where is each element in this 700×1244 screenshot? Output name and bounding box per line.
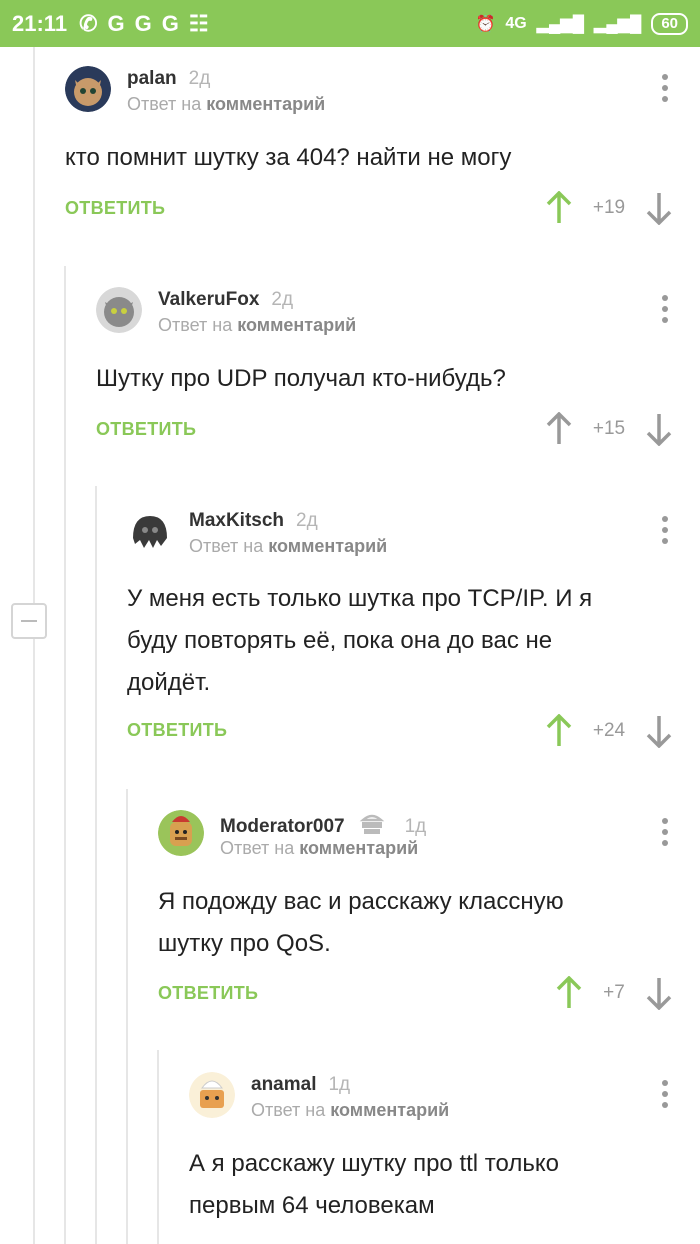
reply-button[interactable]: ОТВЕТИТЬ [158,983,258,1004]
comment: ValkeruFox 2д Ответ на комментарий Шутку … [96,287,700,447]
thread-line [157,1050,159,1244]
comment: Moderator007 1д Ответ на комментарий Я по… [158,810,700,1010]
reply-button[interactable]: ОТВЕТИТЬ [96,419,196,440]
comment-age: 2д [188,68,211,89]
reply-to-link[interactable]: комментарий [237,315,356,335]
avatar[interactable] [158,810,204,856]
google-icon: G [161,10,179,36]
downvote-icon[interactable] [645,191,673,225]
avatar[interactable] [65,66,111,112]
comment-score: +15 [592,418,626,439]
username[interactable]: Moderator007 [220,816,345,837]
downvote-icon[interactable] [645,714,673,748]
alarm-icon: ⏰ [475,15,496,33]
signal-icon: ▂▄▆█ [536,15,585,33]
more-options-icon[interactable] [662,295,670,328]
google-icon: G [107,10,125,36]
comment-score: +19 [592,197,626,218]
thread-line [33,47,35,1244]
reply-to-info: Ответ на комментарий [189,536,388,556]
reply-to-info: Ответ на комментарий [220,838,419,858]
thread-line [64,266,66,1244]
comment-age: 2д [271,289,294,310]
upvote-icon[interactable] [545,191,573,225]
username[interactable]: anamal [251,1074,316,1095]
thread-line [95,486,97,1244]
upvote-icon[interactable] [555,976,583,1010]
comment: MaxKitsch 2д Ответ на комментарий У меня … [127,508,700,758]
upvote-icon[interactable] [545,714,573,748]
comment: palan 2д Ответ на комментарий кто помнит … [65,66,700,226]
comment-text: У меня есть только шутка про TCP/IP. И я… [127,585,593,696]
username[interactable]: palan [127,68,177,89]
status-time: 21:11 [12,10,68,36]
thread-line [126,789,128,1244]
downvote-icon[interactable] [645,976,673,1010]
username[interactable]: MaxKitsch [189,510,284,531]
comment: anamal 1д Ответ на комментарий А я расска… [189,1072,700,1244]
reply-to-link[interactable]: комментарий [268,536,387,556]
comment-text: Я подожду вас и расскажу классную шутку … [158,888,564,957]
comment-age: 1д [328,1074,351,1095]
reply-button[interactable]: ОТВЕТИТЬ [65,198,165,219]
more-options-icon[interactable] [662,516,670,549]
collapse-thread-button[interactable] [11,603,47,639]
comment-text: Шутку про UDP получал кто-нибудь? [96,365,506,392]
username[interactable]: ValkeruFox [158,289,259,310]
reply-to-link[interactable]: комментарий [299,838,418,858]
upvote-icon[interactable] [545,412,573,446]
avatar[interactable] [96,287,142,333]
reply-button[interactable]: ОТВЕТИТЬ [127,720,227,741]
reply-to-link[interactable]: комментарий [206,94,325,114]
phone-icon: ✆ [79,10,98,36]
downvote-icon[interactable] [645,412,673,446]
comment-score: +7 [603,982,625,1003]
battery-level: 60 [651,12,688,35]
comment-age: 1д [404,816,427,838]
comment-text: кто помнит шутку за 404? найти не могу [65,144,512,171]
comment-text: А я расскажу шутку про ttl только первым… [189,1150,559,1219]
avatar[interactable] [189,1072,235,1118]
reply-to-info: Ответ на комментарий [251,1100,450,1120]
avatar[interactable] [127,508,173,554]
network-type: 4G [505,14,527,32]
more-options-icon[interactable] [662,818,670,851]
reply-to-info: Ответ на комментарий [158,315,357,335]
reply-to-info: Ответ на комментарий [127,94,326,114]
signal-icon: ▂▄▆█ [594,15,642,33]
comment-score: +24 [592,720,626,741]
more-options-icon[interactable] [662,1080,670,1113]
more-options-icon[interactable] [662,74,670,107]
google-icon: G [134,10,152,36]
comment-age: 2д [296,510,318,531]
reply-to-link[interactable]: комментарий [330,1100,449,1120]
router-icon: ☷ [188,10,209,36]
status-bar: 21:11 ✆ G G G ☷ ⏰ 4G ▂▄▆█ ▂▄▆█ 60 [0,0,700,47]
